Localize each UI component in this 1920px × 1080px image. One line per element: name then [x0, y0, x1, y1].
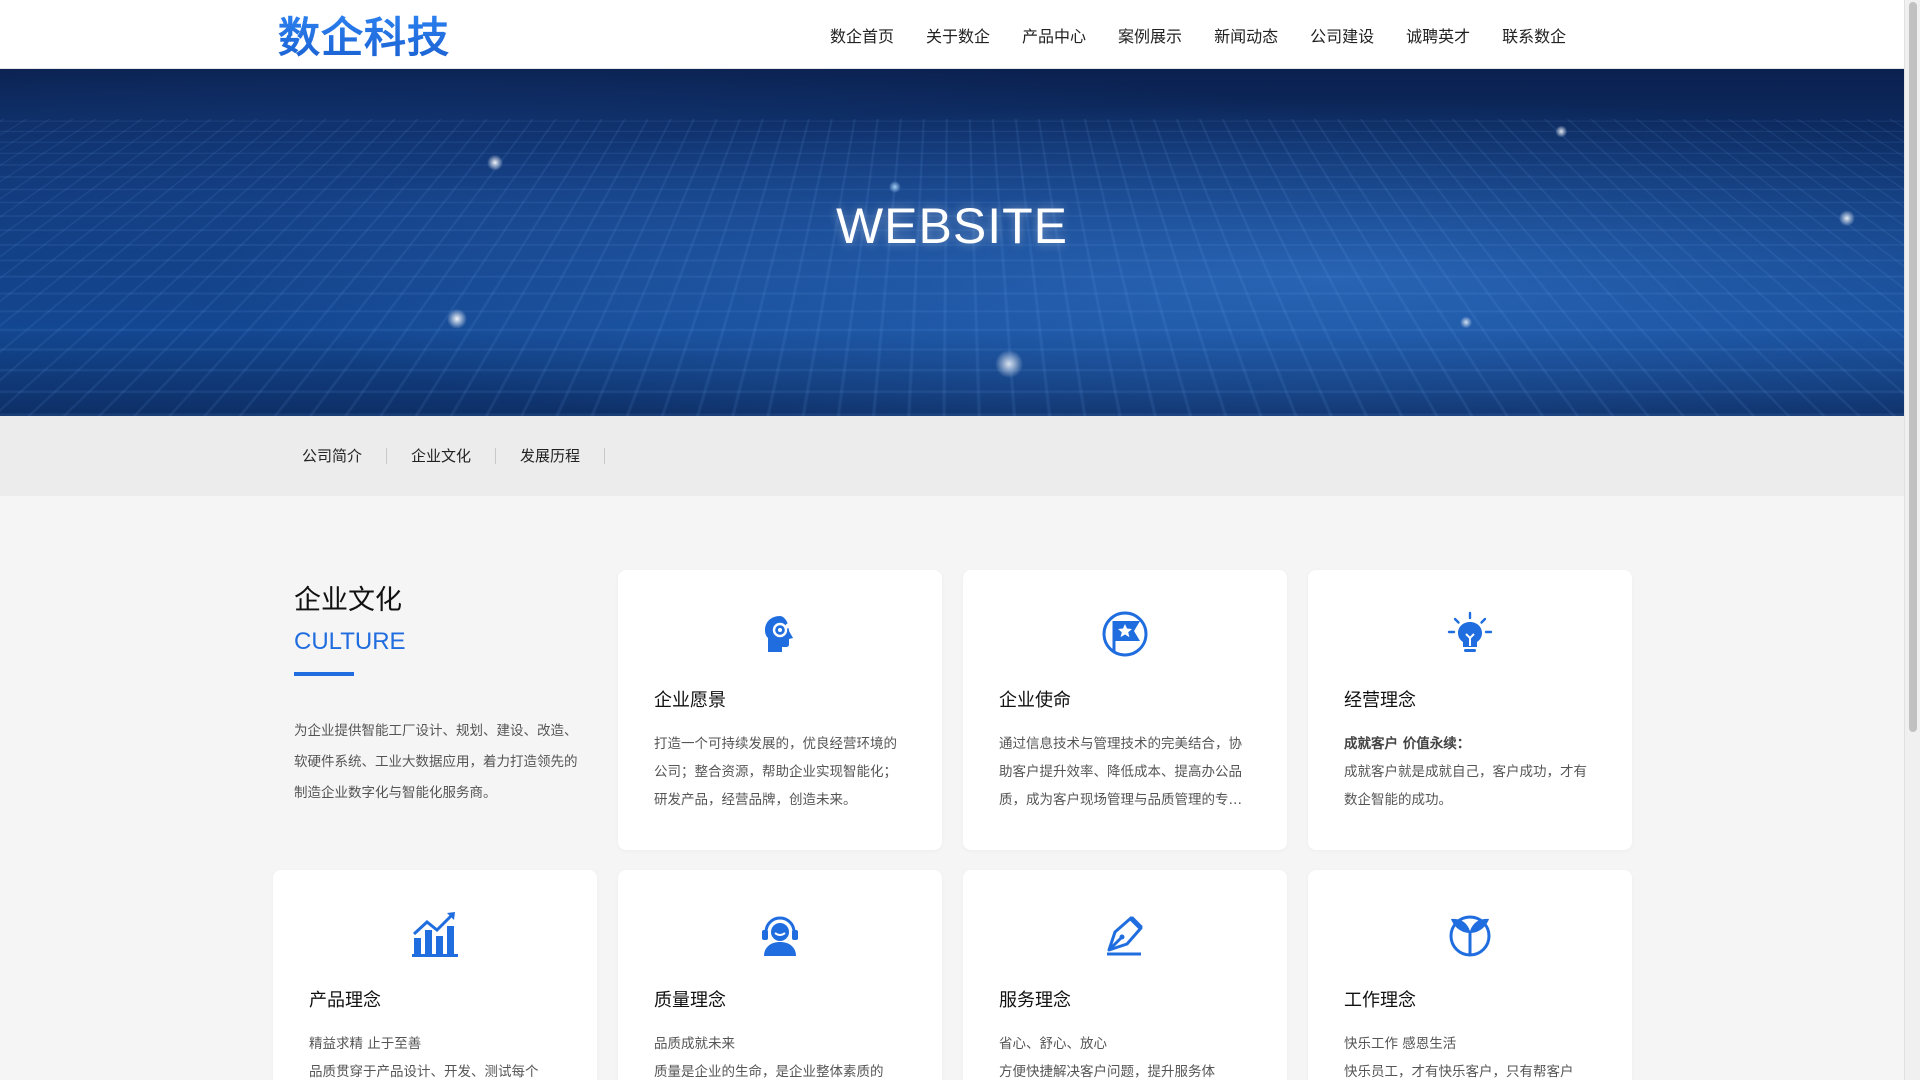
sprout-icon: [1442, 906, 1498, 962]
card-text: 省心、舒心、放心 方便快捷解决客户问题，提升服务体: [999, 1030, 1251, 1080]
growth-chart-icon: [407, 906, 463, 962]
nav-item-careers[interactable]: 诚聘英才: [1406, 23, 1470, 47]
card-body: 成就客户就是成就自己，客户成功，才有数企智能的成功。: [1344, 764, 1587, 808]
section-description: 为企业提供智能工厂设计、规划、建设、改造、软硬件系统、工业大数据应用，着力打造领…: [294, 723, 578, 801]
card-lead: 成就客户 价值永续：: [1344, 736, 1471, 752]
nav-item-news[interactable]: 新闻动态: [1214, 23, 1278, 47]
card-body: 快乐员工，才有快乐客户，只有帮客户: [1344, 1064, 1574, 1080]
subnav-item-profile[interactable]: 公司简介: [278, 448, 388, 464]
site-header: 数企科技 数企首页 关于数企 产品中心 案例展示 新闻动态 公司建设 诚聘英才 …: [0, 0, 1904, 69]
card-lead: 精益求精 止于至善: [309, 1036, 422, 1052]
card-body: 质量是企业的生命，是企业整体素质的: [654, 1064, 884, 1080]
card-title: 经营理念: [1344, 690, 1416, 711]
headset-person-icon: [752, 906, 808, 962]
card-body: 品质贯穿于产品设计、开发、测试每个: [309, 1064, 539, 1080]
card-body: 方便快捷解决客户问题，提升服务体: [999, 1064, 1215, 1080]
card-text: 成就客户 价值永续： 成就客户就是成就自己，客户成功，才有数企智能的成功。: [1344, 730, 1596, 814]
card-work: 工作理念 快乐工作 感恩生活 快乐员工，才有快乐客户，只有帮客户: [1308, 870, 1632, 1080]
hero-banner: WEBSITE: [0, 69, 1904, 416]
card-title: 工作理念: [1344, 990, 1416, 1011]
card-text: 精益求精 止于至善 品质贯穿于产品设计、开发、测试每个: [309, 1030, 561, 1080]
card-text: 快乐工作 感恩生活 快乐员工，才有快乐客户，只有帮客户: [1344, 1030, 1596, 1080]
card-lead: 品质成就未来: [654, 1036, 735, 1052]
card-title: 质量理念: [654, 990, 726, 1011]
card-lead: 省心、舒心、放心: [999, 1036, 1107, 1052]
card-vision: 企业愿景 打造一个可持续发展的，优良经营环境的公司；整合资源，帮助企业实现智能化…: [618, 570, 942, 850]
nav-item-contact[interactable]: 联系数企: [1502, 23, 1566, 47]
pen-nib-icon: [1097, 906, 1153, 962]
sub-nav: 公司简介 企业文化 发展历程: [0, 416, 1904, 496]
subnav-item-history[interactable]: 发展历程: [496, 448, 606, 464]
nav-item-cases[interactable]: 案例展示: [1118, 23, 1182, 47]
banner-title: WEBSITE: [835, 198, 1069, 254]
flag-star-icon: [1097, 606, 1153, 662]
head-gear-icon: [752, 606, 808, 662]
card-lead: 快乐工作 感恩生活: [1344, 1036, 1457, 1052]
card-text: 品质成就未来 质量是企业的生命，是企业整体素质的: [654, 1030, 906, 1080]
card-title: 企业愿景: [654, 690, 726, 711]
card-business: 经营理念 成就客户 价值永续： 成就客户就是成就自己，客户成功，才有数企智能的成…: [1308, 570, 1632, 850]
circuit-background: [0, 118, 1904, 416]
card-text: 打造一个可持续发展的，优良经营环境的公司；整合资源，帮助企业实现智能化；研发产品…: [654, 736, 897, 808]
main-nav: 数企首页 关于数企 产品中心 案例展示 新闻动态 公司建设 诚聘英才 联系数企: [830, 0, 1566, 69]
section-subtitle: CULTURE: [294, 628, 406, 655]
card-title: 企业使命: [999, 690, 1071, 711]
card-title: 服务理念: [999, 990, 1071, 1011]
card-title: 产品理念: [309, 990, 381, 1011]
scrollbar-thumb[interactable]: [1909, 2, 1917, 732]
subnav-item-culture[interactable]: 企业文化: [387, 448, 497, 464]
card-product: 产品理念 精益求精 止于至善 品质贯穿于产品设计、开发、测试每个: [273, 870, 597, 1080]
nav-item-home[interactable]: 数企首页: [830, 23, 894, 47]
card-text: 通过信息技术与管理技术的完美结合，协助客户提升效率、降低成本、提高办公品质，成为…: [999, 736, 1242, 808]
nav-item-company[interactable]: 公司建设: [1310, 23, 1374, 47]
section-title: 企业文化: [294, 585, 402, 616]
nav-item-about[interactable]: 关于数企: [926, 23, 990, 47]
nav-item-products[interactable]: 产品中心: [1022, 23, 1086, 47]
page-scrollbar[interactable]: [1904, 0, 1920, 1080]
card-mission: 企业使命 通过信息技术与管理技术的完美结合，协助客户提升效率、降低成本、提高办公…: [963, 570, 1287, 850]
site-logo[interactable]: 数企科技: [278, 10, 450, 62]
card-quality: 质量理念 品质成就未来 质量是企业的生命，是企业整体素质的: [618, 870, 942, 1080]
card-service: 服务理念 省心、舒心、放心 方便快捷解决客户问题，提升服务体: [963, 870, 1287, 1080]
lightbulb-icon: [1442, 606, 1498, 662]
title-underline: [294, 672, 354, 676]
